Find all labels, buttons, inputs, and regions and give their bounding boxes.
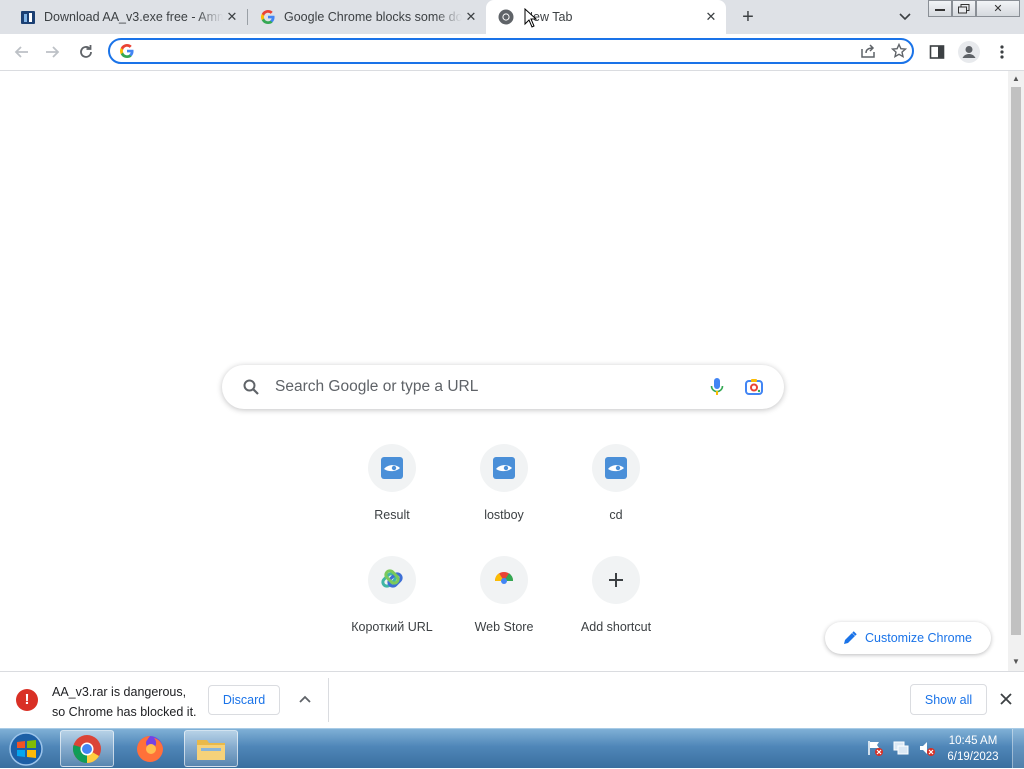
profile-avatar-icon[interactable] bbox=[957, 40, 981, 64]
tab-google-article[interactable]: Google Chrome blocks some downloads ✕ bbox=[248, 0, 486, 34]
pencil-icon bbox=[843, 631, 857, 645]
minimize-button[interactable] bbox=[928, 0, 952, 17]
scroll-down-arrow-icon[interactable]: ▼ bbox=[1011, 657, 1021, 667]
discard-button[interactable]: Discard bbox=[208, 685, 280, 715]
danger-warning-icon: ! bbox=[16, 689, 38, 711]
address-bar[interactable] bbox=[108, 38, 914, 64]
shortcut-label: lostboy bbox=[484, 508, 524, 522]
action-center-flag-icon[interactable] bbox=[866, 739, 884, 760]
ammyy-icon bbox=[20, 9, 36, 25]
download-warning-line2: so Chrome has blocked it. bbox=[52, 705, 197, 719]
firefox-icon bbox=[137, 735, 163, 762]
download-warning-text: AA_v3.rar is dangerous, so Chrome has bl… bbox=[52, 682, 197, 722]
show-all-button[interactable]: Show all bbox=[910, 684, 987, 715]
new-tab-page: Search Google or type a URL Result lostb… bbox=[0, 71, 1008, 671]
close-window-button[interactable]: ✕ bbox=[976, 0, 1020, 17]
new-tab-button[interactable]: + bbox=[737, 6, 759, 28]
network-icon[interactable] bbox=[892, 739, 910, 760]
chrome-icon bbox=[72, 734, 101, 763]
ntp-search-box[interactable]: Search Google or type a URL bbox=[222, 365, 784, 409]
scrollbar-thumb[interactable] bbox=[1011, 87, 1021, 635]
tab-title: New Tab bbox=[524, 10, 573, 24]
scroll-up-arrow-icon[interactable]: ▲ bbox=[1011, 74, 1021, 84]
tab-title: Google Chrome blocks some downloads bbox=[284, 10, 462, 24]
customize-label: Customize Chrome bbox=[865, 631, 972, 645]
share-icon[interactable] bbox=[860, 43, 876, 62]
close-icon[interactable]: ✕ bbox=[223, 8, 241, 26]
tab-ammyy[interactable]: Download AA_v3.exe free - Ammyy ✕ bbox=[0, 0, 247, 34]
mouse-cursor-icon bbox=[524, 7, 538, 31]
shortcut-lostboy[interactable]: lostboy bbox=[448, 444, 560, 544]
forward-arrow-icon[interactable] bbox=[41, 40, 65, 64]
clock-time: 10:45 AM bbox=[948, 735, 998, 747]
shortcut-label: Result bbox=[374, 508, 410, 522]
close-icon[interactable]: ✕ bbox=[462, 8, 480, 26]
site-eye-icon bbox=[592, 444, 640, 492]
close-icon[interactable] bbox=[997, 690, 1015, 708]
show-desktop-button[interactable] bbox=[1012, 729, 1024, 769]
shortcut-result[interactable]: Result bbox=[336, 444, 448, 544]
clock-date: 6/19/2023 bbox=[947, 751, 999, 763]
vertical-scrollbar[interactable]: ▲ ▼ bbox=[1008, 71, 1024, 671]
google-icon bbox=[260, 9, 276, 25]
site-eye-icon bbox=[480, 444, 528, 492]
web-store-icon bbox=[480, 556, 528, 604]
windows-taskbar: 10:45 AM 6/19/2023 bbox=[0, 728, 1024, 769]
tab-strip: Download AA_v3.exe free - Ammyy ✕ Google… bbox=[0, 0, 1024, 34]
close-icon[interactable]: ✕ bbox=[702, 8, 720, 26]
download-shelf: ! AA_v3.rar is dangerous, so Chrome has … bbox=[0, 671, 1024, 729]
add-shortcut-button[interactable]: Add shortcut bbox=[560, 556, 672, 656]
shortcut-web-store[interactable]: Web Store bbox=[448, 556, 560, 656]
restore-button[interactable] bbox=[952, 0, 976, 17]
google-lens-icon[interactable] bbox=[744, 377, 764, 400]
tab-title: Download AA_v3.exe free - Ammyy bbox=[44, 10, 223, 24]
tab-search-chevron-icon[interactable] bbox=[896, 8, 914, 26]
taskbar-explorer-app[interactable] bbox=[184, 730, 238, 767]
reload-icon[interactable] bbox=[74, 40, 98, 64]
toolbar bbox=[0, 34, 1024, 71]
chevron-up-icon[interactable] bbox=[296, 690, 314, 708]
taskbar-clock[interactable]: 10:45 AM 6/19/2023 bbox=[940, 733, 1006, 765]
divider bbox=[328, 678, 329, 722]
side-panel-icon[interactable] bbox=[925, 40, 949, 64]
microphone-icon[interactable] bbox=[710, 377, 724, 400]
folder-icon bbox=[197, 739, 225, 760]
shortcut-label: Web Store bbox=[474, 620, 534, 634]
shortcut-cd[interactable]: cd bbox=[560, 444, 672, 544]
download-warning-line1: AA_v3.rar is dangerous, bbox=[52, 685, 187, 699]
shortcut-label: Add shortcut bbox=[580, 620, 652, 634]
shortcut-short-url[interactable]: Короткий URL bbox=[336, 556, 448, 656]
google-g-icon bbox=[120, 44, 134, 61]
volume-muted-icon[interactable] bbox=[918, 739, 936, 760]
address-input[interactable] bbox=[142, 42, 826, 62]
site-eye-icon bbox=[368, 444, 416, 492]
shortcut-label: Короткий URL bbox=[351, 620, 433, 634]
customize-chrome-button[interactable]: Customize Chrome bbox=[825, 622, 991, 654]
search-icon bbox=[242, 378, 260, 399]
shortcut-label: cd bbox=[609, 508, 623, 522]
search-placeholder: Search Google or type a URL bbox=[275, 378, 479, 395]
link-chain-icon bbox=[368, 556, 416, 604]
menu-kebab-icon[interactable] bbox=[990, 40, 1014, 64]
plus-icon bbox=[592, 556, 640, 604]
tab-new-tab[interactable]: New Tab ✕ bbox=[486, 0, 726, 34]
start-button[interactable] bbox=[6, 730, 46, 768]
back-arrow-icon[interactable] bbox=[9, 40, 33, 64]
taskbar-chrome-app[interactable] bbox=[60, 730, 114, 767]
taskbar-firefox-app[interactable] bbox=[123, 730, 177, 767]
system-tray bbox=[862, 729, 936, 769]
chrome-icon bbox=[498, 9, 514, 25]
bookmark-star-icon[interactable] bbox=[890, 42, 908, 62]
